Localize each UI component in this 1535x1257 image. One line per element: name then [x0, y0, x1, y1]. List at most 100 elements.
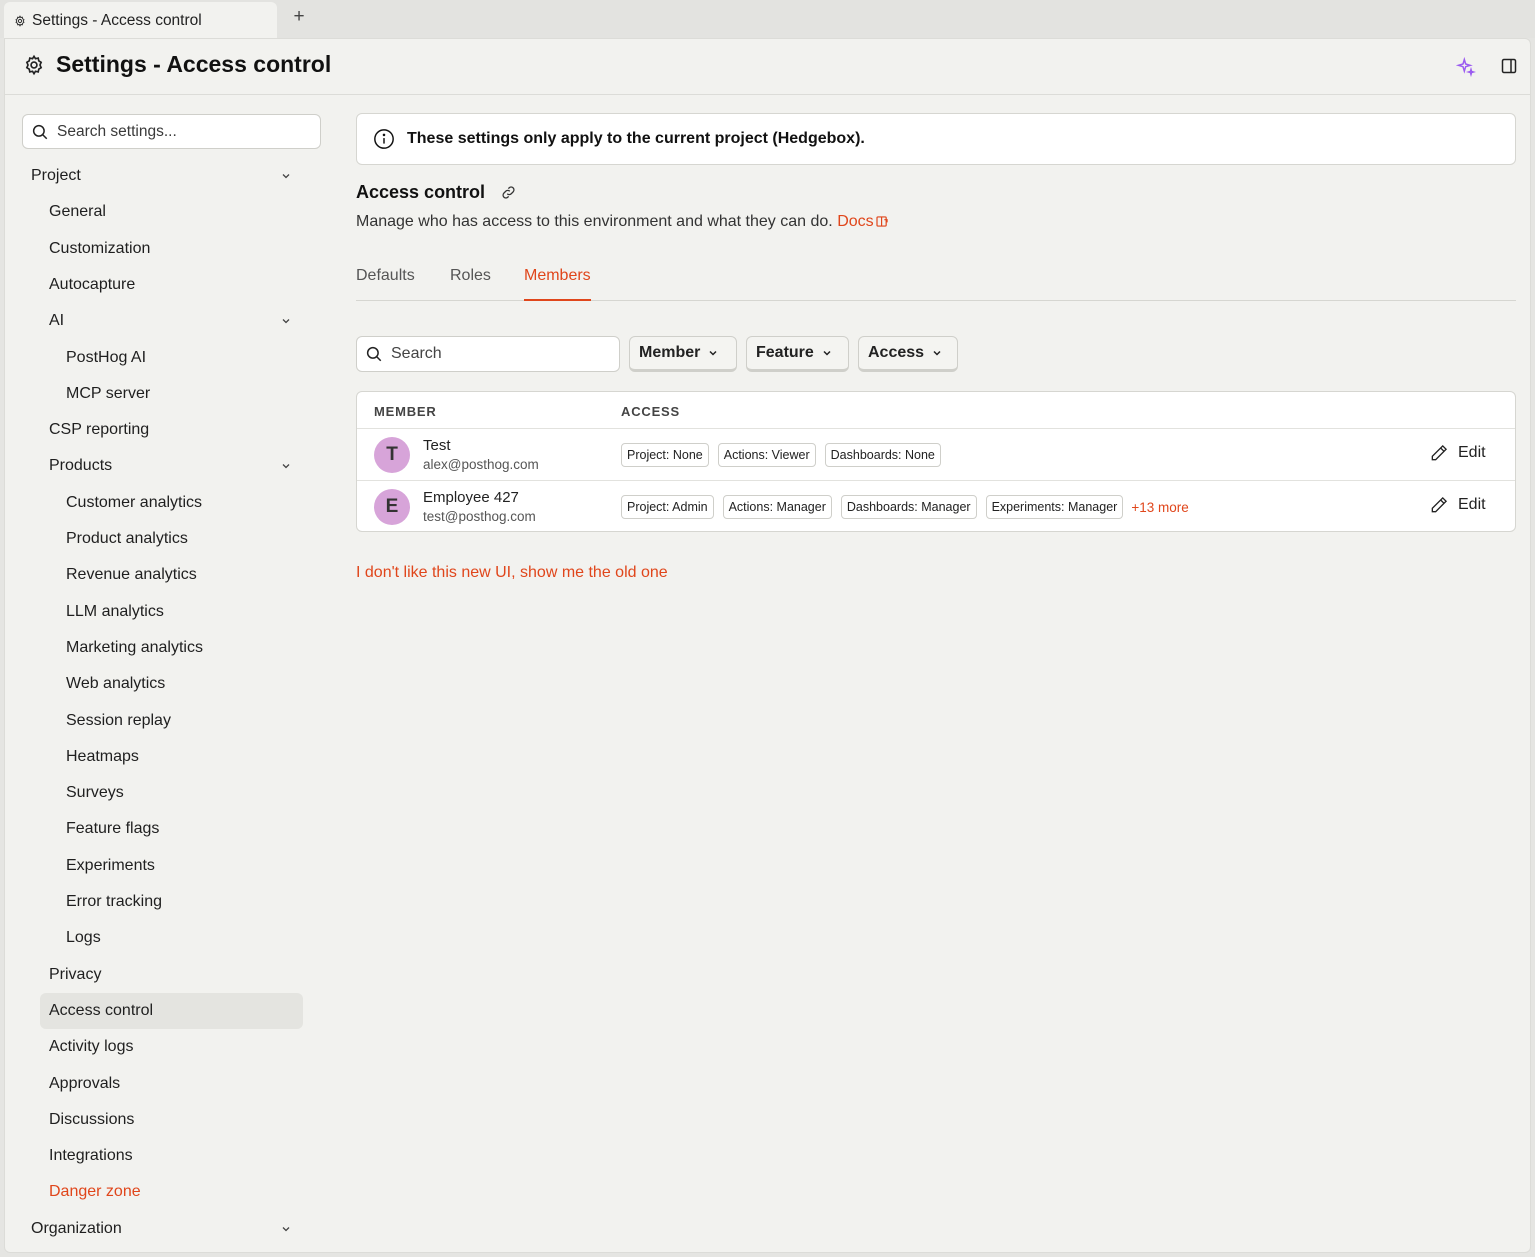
member-search-input[interactable] — [391, 345, 611, 363]
settings-search[interactable] — [22, 114, 321, 149]
sidebar-item-products[interactable]: Products — [49, 448, 291, 484]
access-badge: Project: Admin — [621, 495, 714, 519]
sidebar-item-privacy[interactable]: Privacy — [49, 957, 291, 993]
browser-tab-strip: Settings - Access control + — [0, 0, 1535, 39]
side-panel-toggle-icon[interactable] — [1501, 58, 1517, 74]
pencil-icon — [1431, 496, 1448, 513]
sidebar-item-session-replay[interactable]: Session replay — [66, 703, 291, 739]
member-search[interactable] — [356, 336, 620, 372]
edit-member-button[interactable]: Edit — [1429, 443, 1486, 463]
sidebar-item-label: Privacy — [49, 965, 102, 983]
tab-settings-access-control[interactable]: Settings - Access control — [4, 2, 277, 39]
table-row: E Employee 427 test@posthog.com Project: Ad… — [357, 481, 1515, 531]
access-filter-label: Access — [868, 344, 925, 361]
sidebar-item-label: Marketing analytics — [66, 638, 203, 656]
access-badge: Actions: Manager — [722, 495, 832, 519]
banner-text: These settings only apply to the current… — [407, 130, 865, 147]
settings-search-input[interactable] — [57, 122, 307, 141]
sidebar-item-mcp-server[interactable]: MCP server — [66, 376, 291, 412]
section-title: Access control — [356, 182, 486, 202]
sidebar-item-danger-zone[interactable]: Danger zone — [49, 1174, 291, 1210]
access-badge: Dashboards: None — [824, 443, 941, 467]
sidebar-item-label: CSP reporting — [49, 421, 150, 439]
more-access-link[interactable]: +13 more — [1131, 500, 1188, 515]
chevron-down-icon — [823, 350, 831, 356]
chevron-down-icon[interactable] — [281, 171, 291, 181]
page-header: Settings - Access control — [5, 39, 1530, 95]
feature-filter-dropdown[interactable]: Feature — [746, 336, 849, 372]
sidebar-item-project[interactable]: Project — [31, 158, 291, 194]
sidebar-item-label: Integrations — [49, 1147, 133, 1165]
sidebar-item-csp-reporting[interactable]: CSP reporting — [49, 412, 291, 448]
sidebar-item-revenue-analytics[interactable]: Revenue analytics — [66, 557, 291, 593]
sidebar-item-feature-flags[interactable]: Feature flags — [66, 811, 291, 847]
external-link-icon — [876, 216, 888, 227]
sidebar-item-general[interactable]: General — [49, 194, 291, 230]
tab-defaults[interactable]: Defaults — [356, 267, 415, 301]
sidebar-item-error-tracking[interactable]: Error tracking — [66, 884, 291, 920]
chevron-down-icon[interactable] — [281, 461, 291, 471]
table-header: MEMBER ACCESS — [357, 392, 1515, 429]
sidebar-item-autocapture[interactable]: Autocapture — [49, 267, 291, 303]
sidebar-item-posthog-ai[interactable]: PostHog AI — [66, 340, 291, 376]
sidebar-item-label: Product analytics — [66, 530, 188, 547]
project-scope-banner: These settings only apply to the current… — [356, 113, 1516, 165]
sidebar-item-experiments[interactable]: Experiments — [66, 848, 291, 884]
access-badges: Project: None Actions: Viewer Dashboards: … — [621, 443, 941, 467]
tab-roles[interactable]: Roles — [450, 267, 491, 301]
sidebar-item-llm-analytics[interactable]: LLM analytics — [66, 594, 291, 630]
chevron-down-icon — [709, 350, 717, 356]
sidebar-item-customer-analytics[interactable]: Customer analytics — [66, 485, 291, 521]
description-text: Manage who has access to this environmen… — [356, 213, 833, 230]
sidebar-item-activity-logs[interactable]: Activity logs — [49, 1029, 291, 1065]
member-name: Employee 427 — [423, 489, 519, 506]
sidebar-item-surveys[interactable]: Surveys — [66, 775, 291, 811]
access-filter-dropdown[interactable]: Access — [858, 336, 958, 372]
link-icon[interactable] — [501, 185, 516, 200]
sidebar-item-label: Autocapture — [49, 275, 136, 293]
sidebar-item-product-analytics[interactable]: Product analytics — [66, 521, 291, 557]
new-tab-button[interactable]: + — [290, 7, 308, 27]
sidebar-item-label: Session replay — [66, 711, 171, 729]
sparkle-ai-icon[interactable] — [1456, 57, 1476, 77]
column-header-member: MEMBER — [374, 404, 437, 419]
sidebar-item-label: Feature flags — [66, 820, 160, 838]
sidebar-item-access-control[interactable]: Access control — [40, 992, 303, 1029]
search-icon — [32, 124, 48, 139]
sidebar-item-heatmaps[interactable]: Heatmaps — [66, 739, 291, 775]
docs-link[interactable]: Docs — [837, 213, 888, 230]
edit-member-button[interactable]: Edit — [1429, 495, 1486, 515]
sidebar-item-customization[interactable]: Customization — [49, 231, 291, 267]
sidebar-item-approvals[interactable]: Approvals — [49, 1066, 291, 1102]
tab-members[interactable]: Members — [524, 267, 591, 301]
settings-window: Settings - Access control Project General… — [4, 38, 1531, 1253]
member-filter-label: Member — [639, 344, 701, 361]
sidebar-item-label: Customer analytics — [66, 493, 203, 511]
edit-label: Edit — [1458, 444, 1486, 461]
access-badge: Actions: Viewer — [717, 443, 816, 467]
page-title: Settings - Access control — [56, 51, 332, 77]
old-ui-link[interactable]: I don't like this new UI, show me the ol… — [356, 564, 668, 582]
docs-label: Docs — [837, 213, 874, 230]
pencil-icon — [1431, 444, 1448, 461]
search-icon — [366, 346, 382, 362]
sidebar-item-label: Surveys — [66, 784, 124, 802]
chevron-down-icon[interactable] — [281, 316, 291, 326]
info-icon — [374, 129, 394, 149]
sidebar-item-logs[interactable]: Logs — [66, 920, 291, 956]
feature-filter-label: Feature — [756, 344, 814, 361]
sidebar-item-web-analytics[interactable]: Web analytics — [66, 666, 291, 702]
member-filter-dropdown[interactable]: Member — [629, 336, 737, 372]
sidebar-item-label: Web analytics — [66, 675, 166, 693]
chevron-down-icon — [933, 350, 941, 356]
chevron-down-icon[interactable] — [281, 1224, 291, 1234]
sidebar-item-integrations[interactable]: Integrations — [49, 1138, 291, 1174]
access-tabs: Defaults Roles Members — [356, 261, 1516, 301]
sidebar-item-marketing-analytics[interactable]: Marketing analytics — [66, 630, 291, 666]
sidebar-item-discussions[interactable]: Discussions — [49, 1102, 291, 1138]
access-badge: Dashboards: Manager — [840, 495, 977, 519]
sidebar-item-ai[interactable]: AI — [49, 303, 291, 339]
sidebar-item-label: Approvals — [49, 1074, 121, 1092]
member-email: alex@posthog.com — [423, 457, 539, 472]
sidebar-item-organization[interactable]: Organization — [31, 1211, 291, 1247]
